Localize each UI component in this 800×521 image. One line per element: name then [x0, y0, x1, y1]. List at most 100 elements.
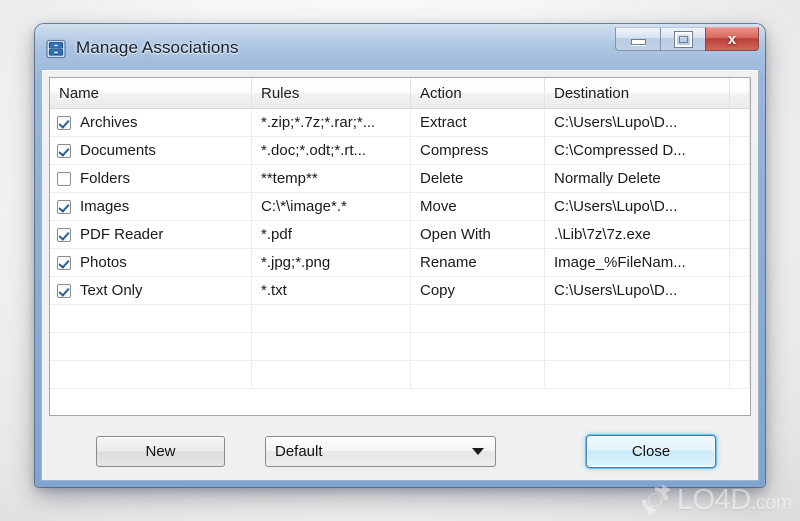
cell-rules: *.jpg;*.png: [252, 249, 411, 276]
minimize-icon: [630, 39, 646, 45]
cell-extra: [730, 165, 750, 192]
maximize-button[interactable]: [660, 27, 705, 51]
cell-empty: [730, 305, 750, 332]
cell-empty: [252, 305, 411, 332]
associations-grid[interactable]: Name Rules Action Destination Archives *.…: [49, 77, 751, 416]
row-name-label: Images: [80, 198, 130, 215]
profile-dropdown-value: Default: [275, 442, 323, 460]
cell-rules: *.txt: [252, 277, 411, 304]
cell-extra: [730, 221, 750, 248]
table-row[interactable]: Text Only *.txt Copy C:\Users\Lupo\D...: [50, 277, 750, 305]
cell-destination: C:\Users\Lupo\D...: [545, 193, 730, 220]
cell-empty: [545, 361, 730, 388]
caption-button-group: x: [615, 27, 759, 51]
checkbox-checked[interactable]: [57, 115, 71, 130]
cell-rules: **temp**: [252, 165, 411, 192]
checkbox-unchecked[interactable]: [57, 171, 71, 186]
table-row[interactable]: PDF Reader *.pdf Open With .\Lib\7z\7z.exe: [50, 221, 750, 249]
cell-empty: [411, 333, 545, 360]
title-bar[interactable]: Manage Associations x: [35, 24, 765, 72]
cell-extra: [730, 109, 750, 136]
maximize-icon: [673, 30, 693, 48]
cell-name: Documents: [50, 137, 252, 164]
column-header-action[interactable]: Action: [411, 78, 545, 108]
cell-action: Open With: [411, 221, 545, 248]
cell-rules: *.zip;*.7z;*.rar;*...: [252, 109, 411, 136]
column-header-extra[interactable]: [730, 78, 750, 108]
cell-action: Delete: [411, 165, 545, 192]
cell-extra: [730, 249, 750, 276]
table-row[interactable]: Archives *.zip;*.7z;*.rar;*... Extract C:\U…: [50, 109, 750, 137]
column-header-rules[interactable]: Rules: [252, 78, 411, 108]
row-name-label: Documents: [80, 142, 156, 159]
window-title: Manage Associations: [76, 38, 239, 57]
close-window-button[interactable]: x: [705, 27, 759, 51]
cell-name: Images: [50, 193, 252, 220]
cell-empty: [411, 305, 545, 332]
cell-extra: [730, 137, 750, 164]
row-name-label: Archives: [80, 114, 138, 131]
row-name-label: Folders: [80, 170, 131, 187]
column-header-name[interactable]: Name: [50, 78, 252, 108]
cell-empty: [50, 333, 252, 360]
cell-name: Archives: [50, 109, 252, 136]
cell-name: PDF Reader: [50, 221, 252, 248]
cell-action: Copy: [411, 277, 545, 304]
cell-rules: C:\*\image*.*: [252, 193, 411, 220]
cell-destination: Normally Delete: [545, 165, 730, 192]
cell-extra: [730, 277, 750, 304]
cell-destination: C:\Users\Lupo\D...: [545, 109, 730, 136]
minimize-button[interactable]: [615, 27, 660, 51]
grid-header-row: Name Rules Action Destination: [50, 78, 750, 109]
manage-associations-window: Manage Associations x Name Rules Action …: [35, 24, 765, 487]
cell-action: Rename: [411, 249, 545, 276]
cell-name: Folders: [50, 165, 252, 192]
window-client-area: Name Rules Action Destination Archives *.…: [41, 69, 759, 481]
grid-body: Archives *.zip;*.7z;*.rar;*... Extract C:\U…: [50, 109, 750, 415]
cell-name: Photos: [50, 249, 252, 276]
cell-empty: [50, 305, 252, 332]
table-row-empty[interactable]: [50, 361, 750, 389]
cell-empty: [730, 361, 750, 388]
cell-extra: [730, 193, 750, 220]
new-button[interactable]: New: [96, 435, 225, 467]
footer-toolbar: New Default Close: [49, 430, 751, 472]
cell-empty: [730, 333, 750, 360]
cell-rules: *.doc;*.odt;*.rt...: [252, 137, 411, 164]
cell-destination: C:\Compressed D...: [545, 137, 730, 164]
cell-empty: [545, 333, 730, 360]
cell-empty: [545, 305, 730, 332]
cell-action: Move: [411, 193, 545, 220]
chevron-down-icon: [472, 448, 484, 455]
row-name-label: PDF Reader: [80, 226, 164, 243]
table-row[interactable]: Images C:\*\image*.* Move C:\Users\Lupo\D..…: [50, 193, 750, 221]
cell-action: Extract: [411, 109, 545, 136]
column-header-destination[interactable]: Destination: [545, 78, 730, 108]
table-row-empty[interactable]: [50, 305, 750, 333]
cell-empty: [411, 361, 545, 388]
cell-rules: *.pdf: [252, 221, 411, 248]
profile-dropdown[interactable]: Default: [265, 435, 496, 467]
cell-destination: .\Lib\7z\7z.exe: [545, 221, 730, 248]
table-row-empty[interactable]: [50, 333, 750, 361]
cell-empty: [252, 361, 411, 388]
cell-destination: C:\Users\Lupo\D...: [545, 277, 730, 304]
close-button[interactable]: Close: [586, 434, 716, 468]
close-icon: x: [727, 30, 737, 48]
file-cabinet-icon: [46, 39, 66, 58]
row-name-label: Photos: [80, 254, 127, 271]
cell-empty: [252, 333, 411, 360]
table-row[interactable]: Photos *.jpg;*.png Rename Image_%FileNam...: [50, 249, 750, 277]
table-row[interactable]: Documents *.doc;*.odt;*.rt... Compress C:\C…: [50, 137, 750, 165]
checkbox-checked[interactable]: [57, 283, 71, 298]
row-name-label: Text Only: [80, 282, 143, 299]
cell-name: Text Only: [50, 277, 252, 304]
cell-empty: [50, 361, 252, 388]
checkbox-checked[interactable]: [57, 143, 71, 158]
checkbox-checked[interactable]: [57, 199, 71, 214]
cell-destination: Image_%FileNam...: [545, 249, 730, 276]
table-row[interactable]: Folders **temp** Delete Normally Delete: [50, 165, 750, 193]
checkbox-checked[interactable]: [57, 255, 71, 270]
cell-action: Compress: [411, 137, 545, 164]
checkbox-checked[interactable]: [57, 227, 71, 242]
